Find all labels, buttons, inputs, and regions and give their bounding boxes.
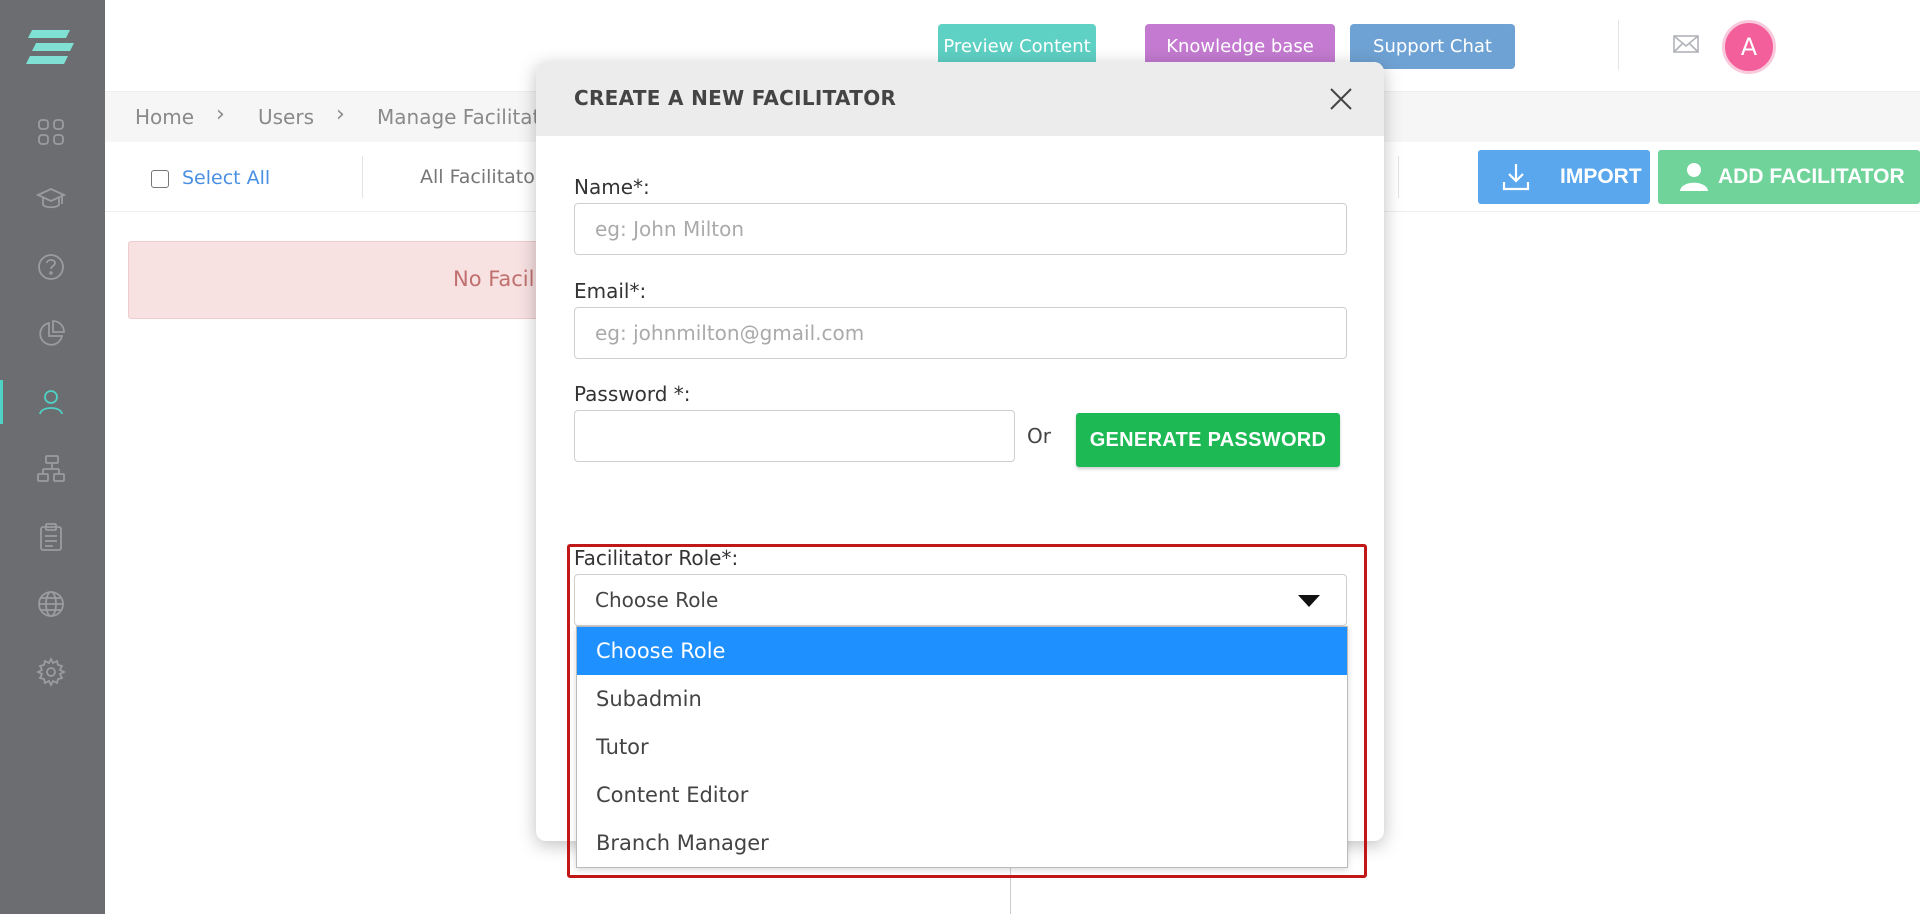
role-option-branch-manager[interactable]: Branch Manager — [577, 819, 1347, 867]
download-icon — [1502, 164, 1530, 191]
dashboard-icon[interactable] — [35, 116, 67, 148]
chevron-right-icon: › — [336, 102, 345, 127]
hierarchy-icon[interactable] — [35, 453, 67, 485]
role-dropdown-list: Choose Role Subadmin Tutor Content Edito… — [576, 626, 1348, 868]
modal-title: CREATE A NEW FACILITATOR — [574, 86, 897, 110]
clipboard-icon[interactable] — [35, 521, 67, 553]
close-icon[interactable] — [1328, 86, 1354, 112]
role-option-tutor[interactable]: Tutor — [577, 723, 1347, 771]
role-select-value: Choose Role — [595, 588, 719, 612]
add-facilitator-button[interactable]: ADD FACILITATOR — [1658, 150, 1920, 204]
breadcrumb-home[interactable]: Home — [135, 105, 194, 129]
name-label: Name*: — [574, 175, 650, 199]
user-icon[interactable] — [35, 386, 67, 418]
empty-state-text: No Facili — [453, 267, 541, 291]
breadcrumb-manage-facilitators[interactable]: Manage Facilitato — [377, 105, 553, 129]
header-divider — [1618, 20, 1619, 70]
password-input[interactable] — [574, 410, 1015, 462]
select-all-label[interactable]: Select All — [182, 167, 270, 189]
all-facilitators-filter[interactable]: All Facilitator — [420, 166, 543, 188]
globe-icon[interactable] — [35, 588, 67, 620]
generate-password-button[interactable]: GENERATE PASSWORD — [1076, 413, 1340, 467]
import-button[interactable]: IMPORT — [1478, 150, 1650, 204]
divider-line — [1010, 860, 1011, 914]
app-logo[interactable] — [26, 26, 76, 70]
caret-down-icon — [1298, 595, 1320, 607]
role-option-choose[interactable]: Choose Role — [577, 627, 1347, 675]
import-label: IMPORT — [1560, 165, 1642, 188]
role-option-subadmin[interactable]: Subadmin — [577, 675, 1347, 723]
pie-chart-icon[interactable] — [35, 318, 67, 350]
add-facilitator-label: ADD FACILITATOR — [1718, 165, 1905, 188]
graduation-cap-icon[interactable] — [35, 183, 67, 215]
name-input[interactable]: eg: John Milton — [574, 203, 1347, 255]
help-icon[interactable] — [35, 251, 67, 283]
sidebar — [0, 0, 105, 914]
password-label: Password *: — [574, 382, 691, 406]
gear-icon[interactable] — [35, 656, 67, 688]
chevron-right-icon: › — [216, 102, 225, 127]
role-select[interactable]: Choose Role — [574, 574, 1347, 626]
role-option-content-editor[interactable]: Content Editor — [577, 771, 1347, 819]
mail-icon[interactable] — [1672, 30, 1704, 62]
breadcrumb-users[interactable]: Users — [258, 105, 314, 129]
avatar[interactable]: A — [1722, 20, 1776, 74]
email-label: Email*: — [574, 279, 647, 303]
select-all-checkbox[interactable] — [151, 170, 169, 188]
role-label: Facilitator Role*: — [574, 546, 739, 570]
sidebar-active-indicator — [0, 380, 3, 424]
email-input[interactable]: eg: johnmilton@gmail.com — [574, 307, 1347, 359]
user-add-icon — [1680, 163, 1708, 191]
modal-header: CREATE A NEW FACILITATOR — [536, 62, 1384, 136]
toolbar-divider — [1398, 156, 1399, 198]
or-label: Or — [1027, 424, 1051, 448]
toolbar-divider — [362, 156, 363, 198]
